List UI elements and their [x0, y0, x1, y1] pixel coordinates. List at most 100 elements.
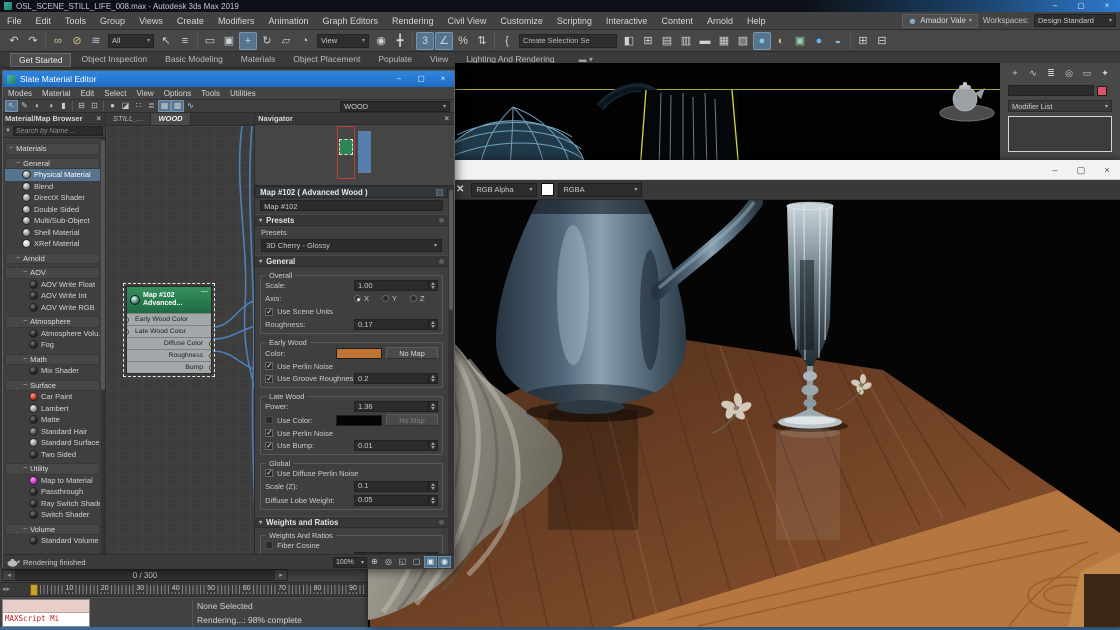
browser-item-fog[interactable]: Fog: [5, 339, 100, 351]
sme-menu-edit[interactable]: Edit: [75, 87, 99, 100]
utilities-tab-icon[interactable]: ✦: [1098, 67, 1112, 80]
rfw-close-button[interactable]: ×: [1094, 160, 1120, 180]
use-scene-units-checkbox[interactable]: [265, 308, 273, 316]
ribbon-tab-object-inspection[interactable]: Object Inspection: [73, 53, 155, 67]
undo-icon[interactable]: ↶: [5, 32, 23, 50]
node-canvas[interactable]: Map #102 Advanced... — Early Wood ColorL…: [106, 126, 254, 554]
named-selection-field[interactable]: [519, 34, 617, 48]
layout-children-icon[interactable]: ▩: [171, 100, 184, 112]
groove-roughness-field[interactable]: 0.2: [354, 373, 438, 384]
rfw-maximize-button[interactable]: ▢: [1068, 160, 1094, 180]
browser-item-double-sided[interactable]: Double Sided: [5, 204, 100, 216]
maxscript-macro-recorder[interactable]: [3, 600, 89, 613]
ribbon-tab-populate[interactable]: Populate: [370, 53, 420, 67]
app-minimize-button[interactable]: –: [1042, 0, 1068, 12]
open-arnold-render-icon[interactable]: ◒: [829, 32, 847, 50]
material-wand-icon[interactable]: ∿: [184, 100, 197, 112]
workspace-grid-2-icon[interactable]: ⊟: [873, 32, 891, 50]
browser-category-atmosphere[interactable]: −Atmosphere: [5, 316, 100, 328]
edit-named-selections-icon[interactable]: {: [498, 32, 516, 50]
select-and-move-icon[interactable]: +: [239, 32, 257, 50]
create-tab-icon[interactable]: +: [1008, 67, 1022, 80]
pin-icon[interactable]: [436, 189, 443, 196]
object-color-swatch[interactable]: [1097, 86, 1107, 96]
menu-edit[interactable]: Edit: [29, 12, 59, 30]
axis-x-radio[interactable]: X: [354, 294, 369, 303]
time-slider-handle[interactable]: [30, 584, 38, 596]
browser-category-materials[interactable]: −Materials: [5, 143, 100, 155]
menu-interactive[interactable]: Interactive: [599, 12, 655, 30]
toggle-layer-explorer-icon[interactable]: ▥: [677, 32, 695, 50]
browser-item-aov-write-int[interactable]: AOV Write Int: [5, 290, 100, 302]
redo-icon[interactable]: ↷: [24, 32, 42, 50]
time-slider[interactable]: ◂ 0 / 300 ▸: [2, 569, 288, 581]
fiber-cosine-checkbox[interactable]: [265, 541, 273, 549]
browser-scrollbar[interactable]: [101, 138, 105, 554]
browser-category-math[interactable]: −Math: [5, 354, 100, 366]
snaps-toggle-icon[interactable]: 3: [416, 32, 434, 50]
ribbon-tab-basic-modeling[interactable]: Basic Modeling: [157, 53, 231, 67]
menu-content[interactable]: Content: [654, 12, 700, 30]
menu-modifiers[interactable]: Modifiers: [211, 12, 262, 30]
menu-rendering[interactable]: Rendering: [385, 12, 441, 30]
menu-views[interactable]: Views: [132, 12, 170, 30]
navigator-body[interactable]: [255, 125, 454, 185]
workspace-grid-icon[interactable]: ⊞: [854, 32, 872, 50]
background-color-swatch[interactable]: [541, 183, 554, 196]
spinner[interactable]: [428, 320, 436, 329]
search-filter-icon[interactable]: ▼: [5, 128, 11, 134]
early-wood-no-map-button[interactable]: No Map: [386, 347, 438, 359]
active-material-dropdown[interactable]: WOOD ▾: [340, 101, 450, 112]
menu-animation[interactable]: Animation: [261, 12, 315, 30]
browser-item-directx-shader[interactable]: DirectX Shader: [5, 192, 100, 204]
menu-group[interactable]: Group: [93, 12, 132, 30]
menu-tools[interactable]: Tools: [58, 12, 93, 30]
browser-item-car-paint[interactable]: Car Paint: [5, 391, 100, 403]
sme-menu-modes[interactable]: Modes: [3, 87, 37, 100]
sme-maximize-button[interactable]: ▢: [410, 71, 432, 87]
general-rollout[interactable]: General: [255, 255, 448, 267]
close-icon[interactable]: ×: [442, 114, 451, 123]
select-and-manipulate-icon[interactable]: ╋: [391, 32, 409, 50]
browser-item-multi-sub-object[interactable]: Multi/Sub-Object: [5, 215, 100, 227]
select-object-icon[interactable]: ↖: [157, 32, 175, 50]
curve-editor-icon[interactable]: ▦: [715, 32, 733, 50]
sme-menu-options[interactable]: Options: [159, 87, 197, 100]
pan-hand-icon[interactable]: ⊕: [368, 556, 381, 568]
spinner[interactable]: [428, 281, 436, 290]
browser-item-aov-write-float[interactable]: AOV Write Float: [5, 279, 100, 291]
motion-tab-icon[interactable]: ◎: [1062, 67, 1076, 80]
modify-tab-icon[interactable]: ∿: [1026, 67, 1040, 80]
late-wood-color-swatch[interactable]: [336, 415, 382, 426]
modifier-stack[interactable]: [1008, 116, 1112, 152]
angle-snap-icon[interactable]: ∠: [435, 32, 453, 50]
roughness-field[interactable]: 0.17: [354, 319, 438, 330]
use-diffuse-perlin-checkbox[interactable]: [265, 469, 273, 477]
select-and-rotate-icon[interactable]: ↻: [258, 32, 276, 50]
close-icon[interactable]: ×: [94, 114, 103, 123]
bump-field[interactable]: 0.01: [354, 440, 438, 451]
output-socket-icon[interactable]: [209, 353, 211, 359]
browser-item-matte[interactable]: Matte: [5, 414, 100, 426]
maxscript-mini-listener[interactable]: MAXScript Mi: [2, 599, 90, 627]
schematic-view-icon[interactable]: ▧: [734, 32, 752, 50]
display-tab-icon[interactable]: ▭: [1080, 67, 1094, 80]
preview-sphere-icon[interactable]: ◐: [31, 100, 44, 112]
sme-menu-material[interactable]: Material: [37, 87, 75, 100]
preset-dropdown[interactable]: 3D Cherry - Glossy ▾: [261, 239, 442, 252]
fiber-perlin-checkbox[interactable]: [265, 554, 273, 555]
show-map-in-viewport-icon[interactable]: ◪: [119, 100, 132, 112]
diffuse-lobe-field[interactable]: 0.05: [354, 495, 438, 506]
axis-z-radio[interactable]: Z: [410, 294, 425, 303]
zoom-region-icon[interactable]: ◱: [396, 556, 409, 568]
zoom-extents-selected-icon[interactable]: ▣: [424, 556, 437, 568]
search-input[interactable]: [13, 126, 103, 136]
browser-category-arnold[interactable]: −Arnold: [5, 253, 100, 265]
black-sphere-icon[interactable]: ●: [106, 100, 119, 112]
object-name-field[interactable]: [1008, 85, 1094, 96]
color-format-dropdown[interactable]: RGBA ▾: [558, 183, 642, 197]
user-account-button[interactable]: ☻ Amador Vale ▾: [902, 14, 978, 28]
browser-category-utility[interactable]: −Utility: [5, 463, 100, 475]
sme-minimize-button[interactable]: –: [388, 71, 410, 87]
use-perlin-noise-2-checkbox[interactable]: [265, 429, 273, 437]
